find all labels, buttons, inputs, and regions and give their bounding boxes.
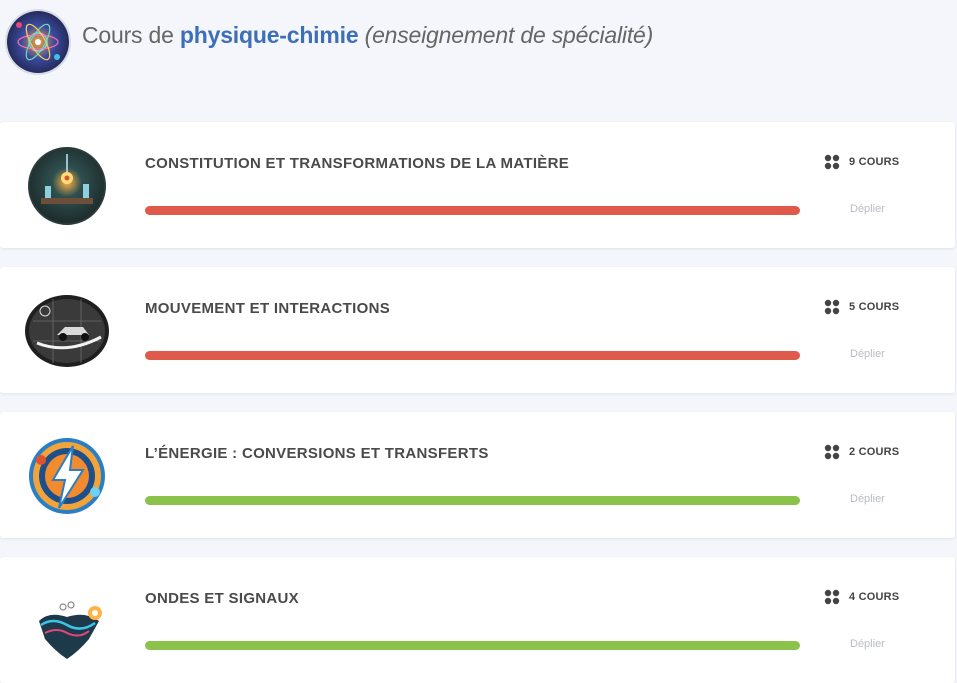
course-count-label: 5 COURS [849, 301, 900, 313]
chapter-card[interactable]: L’ÉNERGIE : CONVERSIONS ET TRANSFERTS 2 … [0, 412, 955, 538]
progress-bar [145, 641, 800, 650]
expand-button[interactable]: Déplier [850, 493, 885, 505]
progress-bar [145, 206, 800, 215]
waves-signals-icon [23, 581, 111, 661]
chapter-title: ONDES ET SIGNAUX [145, 590, 299, 607]
page-header: Cours de physique-chimie (enseignement d… [0, 0, 957, 80]
title-accent: physique-chimie [179, 22, 359, 48]
chapter-title: CONSTITUTION ET TRANSFORMATIONS DE LA MA… [145, 155, 570, 172]
expand-button[interactable]: Déplier [850, 638, 885, 650]
chapter-title: L’ÉNERGIE : CONVERSIONS ET TRANSFERTS [145, 445, 489, 462]
course-count: 2 COURS [824, 443, 899, 461]
grid-dots-icon [824, 444, 840, 460]
course-count: 4 COURS [824, 588, 899, 606]
progress-bar [145, 496, 800, 505]
course-count-label: 2 COURS [849, 446, 900, 458]
course-count-label: 4 COURS [849, 591, 900, 603]
grid-dots-icon [824, 589, 840, 605]
chapter-card[interactable]: ONDES ET SIGNAUX 4 COURS Déplier [0, 557, 955, 683]
chapter-title: MOUVEMENT ET INTERACTIONS [145, 300, 391, 317]
chapter-card[interactable]: CONSTITUTION ET TRANSFORMATIONS DE LA MA… [0, 122, 955, 248]
expand-button[interactable]: Déplier [850, 348, 885, 360]
title-prefix: Cours de [82, 22, 180, 48]
matter-lab-icon [23, 146, 111, 226]
course-count: 9 COURS [824, 153, 899, 171]
physics-chemistry-logo-icon [5, 9, 71, 75]
course-count: 5 COURS [824, 298, 899, 316]
course-count-label: 9 COURS [849, 156, 900, 168]
expand-button[interactable]: Déplier [850, 203, 885, 215]
grid-dots-icon [824, 299, 840, 315]
chapter-card[interactable]: MOUVEMENT ET INTERACTIONS 5 COURS Déplie… [0, 267, 955, 393]
grid-dots-icon [824, 154, 840, 170]
progress-bar [145, 351, 800, 360]
lightning-energy-icon [23, 436, 111, 516]
moving-car-icon [23, 291, 111, 371]
title-suffix: (enseignement de spécialité) [358, 22, 654, 48]
page-title: Cours de physique-chimie (enseignement d… [82, 22, 653, 49]
